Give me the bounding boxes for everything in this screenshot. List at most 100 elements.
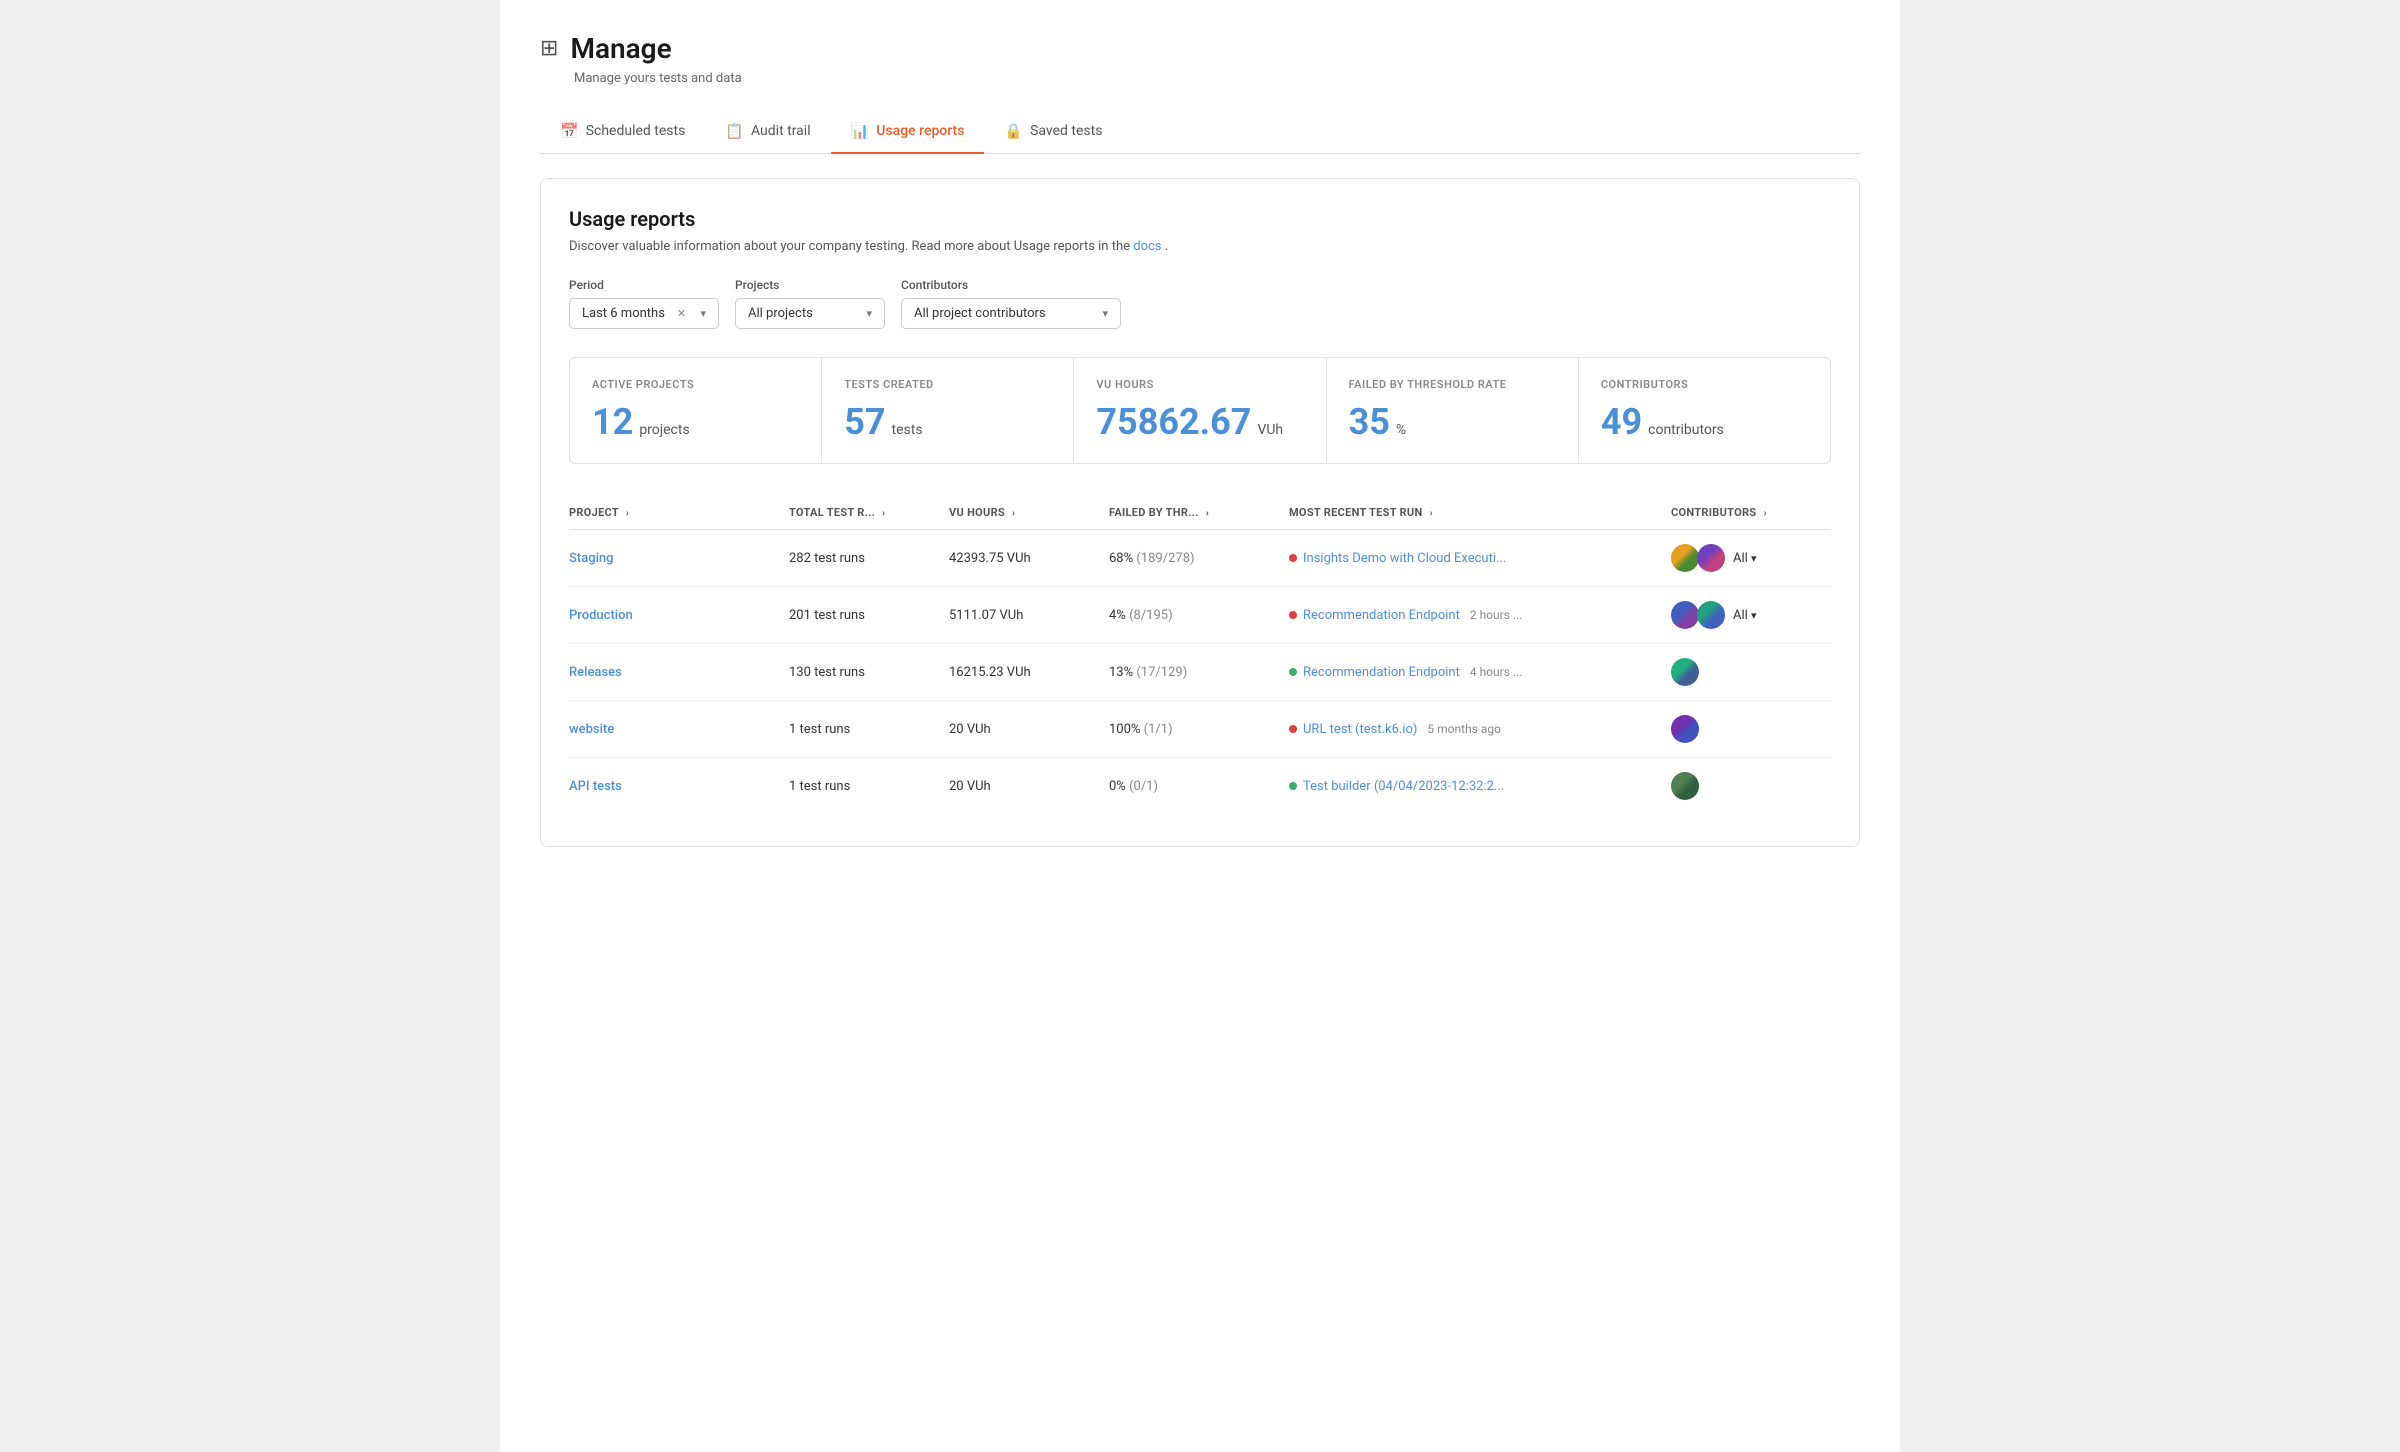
avatar bbox=[1697, 601, 1725, 629]
manage-icon: ⊞ bbox=[540, 36, 558, 61]
project-website[interactable]: website bbox=[569, 722, 789, 737]
tabs-bar: 📅 Scheduled tests 📋 Audit trail 📊 Usage … bbox=[540, 110, 1860, 154]
project-staging[interactable]: Staging bbox=[569, 551, 789, 566]
period-label: Period bbox=[569, 278, 719, 292]
description-prefix: Discover valuable information about your… bbox=[569, 239, 1133, 254]
run-production: Recommendation Endpoint 2 hours ... bbox=[1289, 608, 1671, 623]
project-releases[interactable]: Releases bbox=[569, 665, 789, 680]
metric-tests-value: 57 bbox=[844, 401, 885, 443]
projects-filter-group: Projects All projects ▾ bbox=[735, 278, 885, 329]
metric-contributors: CONTRIBUTORS 49 contributors bbox=[1579, 358, 1830, 463]
contributors-label: Contributors bbox=[901, 278, 1121, 292]
table-row: Releases 130 test runs 16215.23 VUh 13% … bbox=[569, 644, 1831, 701]
metric-tests-created: TESTS CREATED 57 tests bbox=[822, 358, 1074, 463]
projects-chevron-icon: ▾ bbox=[866, 307, 872, 320]
th-vu-hours[interactable]: VU HOURS › bbox=[949, 506, 1109, 519]
avatar bbox=[1671, 715, 1699, 743]
tab-saved-tests[interactable]: 🔒 Saved tests bbox=[984, 110, 1122, 154]
run-link-production[interactable]: Recommendation Endpoint bbox=[1303, 608, 1460, 623]
table-section: PROJECT › TOTAL TEST R... › VU HOURS › F… bbox=[569, 496, 1831, 814]
table-row: API tests 1 test runs 20 VUh 0% (0/1) Te… bbox=[569, 758, 1831, 814]
projects-value: All projects bbox=[748, 306, 813, 321]
project-api-tests[interactable]: API tests bbox=[569, 779, 789, 794]
page-title: Manage bbox=[570, 32, 671, 65]
run-time-releases: 4 hours ... bbox=[1470, 665, 1523, 679]
run-link-staging[interactable]: Insights Demo with Cloud Executi... bbox=[1303, 551, 1506, 566]
metric-active-value: 12 bbox=[592, 401, 633, 443]
sort-contributors-icon: › bbox=[1763, 508, 1766, 519]
status-dot-website bbox=[1289, 725, 1297, 733]
run-website: URL test (test.k6.io) 5 months ago bbox=[1289, 722, 1671, 737]
th-recent-run[interactable]: MOST RECENT TEST RUN › bbox=[1289, 506, 1671, 519]
tab-scheduled-label: Scheduled tests bbox=[586, 123, 686, 139]
th-contributors[interactable]: CONTRIBUTORS › bbox=[1671, 506, 1831, 519]
audit-icon: 📋 bbox=[725, 122, 744, 140]
metric-active-projects: ACTIVE PROJECTS 12 projects bbox=[570, 358, 822, 463]
metric-contributors-value: 49 bbox=[1601, 401, 1642, 443]
run-link-releases[interactable]: Recommendation Endpoint bbox=[1303, 665, 1460, 680]
project-production[interactable]: Production bbox=[569, 608, 789, 623]
chevron-icon: ▾ bbox=[1751, 609, 1757, 622]
tab-audit-trail[interactable]: 📋 Audit trail bbox=[705, 110, 830, 154]
run-time-production: 2 hours ... bbox=[1470, 608, 1523, 622]
projects-select[interactable]: All projects ▾ bbox=[735, 298, 885, 329]
contributors-value: All project contributors bbox=[914, 306, 1046, 321]
period-select[interactable]: Last 6 months ✕ ▾ bbox=[569, 298, 719, 329]
period-clear-icon[interactable]: ✕ bbox=[677, 307, 686, 320]
all-contributors-production[interactable]: All ▾ bbox=[1733, 608, 1757, 623]
page-subtitle: Manage yours tests and data bbox=[574, 71, 1860, 86]
calendar-icon: 📅 bbox=[560, 122, 579, 140]
sort-vu-icon: › bbox=[1012, 508, 1015, 519]
metric-vu-label: VU HOURS bbox=[1096, 378, 1303, 391]
contributors-website bbox=[1671, 715, 1831, 743]
status-dot-staging bbox=[1289, 554, 1297, 562]
chevron-icon: ▾ bbox=[1751, 552, 1757, 565]
status-dot-releases bbox=[1289, 668, 1297, 676]
th-test-runs[interactable]: TOTAL TEST R... › bbox=[789, 506, 949, 519]
contributors-filter-group: Contributors All project contributors ▾ bbox=[901, 278, 1121, 329]
contributors-releases bbox=[1671, 658, 1831, 686]
vu-website: 20 VUh bbox=[949, 722, 1109, 737]
tab-usage-reports[interactable]: 📊 Usage reports bbox=[831, 110, 985, 154]
avatar bbox=[1671, 544, 1699, 572]
usage-icon: 📊 bbox=[851, 122, 870, 140]
metrics-row: ACTIVE PROJECTS 12 projects TESTS CREATE… bbox=[569, 357, 1831, 464]
failed-staging: 68% (189/278) bbox=[1109, 551, 1289, 566]
table-row: Staging 282 test runs 42393.75 VUh 68% (… bbox=[569, 530, 1831, 587]
all-contributors-staging[interactable]: All ▾ bbox=[1733, 551, 1757, 566]
metric-failed-label: FAILED BY THRESHOLD RATE bbox=[1349, 378, 1556, 391]
sort-recent-icon: › bbox=[1430, 508, 1433, 519]
runs-staging: 282 test runs bbox=[789, 551, 949, 566]
metric-vu-value: 75862.67 bbox=[1096, 401, 1251, 443]
description-suffix: . bbox=[1165, 239, 1168, 254]
projects-label: Projects bbox=[735, 278, 885, 292]
docs-link[interactable]: docs bbox=[1133, 239, 1161, 254]
tab-scheduled-tests[interactable]: 📅 Scheduled tests bbox=[540, 110, 705, 154]
usage-reports-card: Usage reports Discover valuable informat… bbox=[540, 178, 1860, 847]
avatar bbox=[1671, 658, 1699, 686]
sort-project-icon: › bbox=[626, 508, 629, 519]
avatar bbox=[1671, 772, 1699, 800]
table-row: Production 201 test runs 5111.07 VUh 4% … bbox=[569, 587, 1831, 644]
run-link-api[interactable]: Test builder (04/04/2023-12:32:2... bbox=[1303, 779, 1504, 794]
period-filter-group: Period Last 6 months ✕ ▾ bbox=[569, 278, 719, 329]
th-failed[interactable]: FAILED BY THR... › bbox=[1109, 506, 1289, 519]
vu-staging: 42393.75 VUh bbox=[949, 551, 1109, 566]
run-link-website[interactable]: URL test (test.k6.io) bbox=[1303, 722, 1417, 737]
status-dot-api bbox=[1289, 782, 1297, 790]
run-staging: Insights Demo with Cloud Executi... bbox=[1289, 551, 1671, 566]
tab-saved-label: Saved tests bbox=[1030, 123, 1102, 139]
th-contributors-label: CONTRIBUTORS bbox=[1671, 506, 1756, 519]
tab-usage-label: Usage reports bbox=[876, 123, 964, 139]
th-project[interactable]: PROJECT › bbox=[569, 506, 789, 519]
metric-vu-hours: VU HOURS 75862.67 VUh bbox=[1074, 358, 1326, 463]
contributors-production: All ▾ bbox=[1671, 601, 1831, 629]
avatar bbox=[1671, 601, 1699, 629]
avatar bbox=[1697, 544, 1725, 572]
contributors-api bbox=[1671, 772, 1831, 800]
failed-releases: 13% (17/129) bbox=[1109, 665, 1289, 680]
vu-releases: 16215.23 VUh bbox=[949, 665, 1109, 680]
metric-vu-unit: VUh bbox=[1257, 422, 1283, 438]
runs-api: 1 test runs bbox=[789, 779, 949, 794]
contributors-select[interactable]: All project contributors ▾ bbox=[901, 298, 1121, 329]
